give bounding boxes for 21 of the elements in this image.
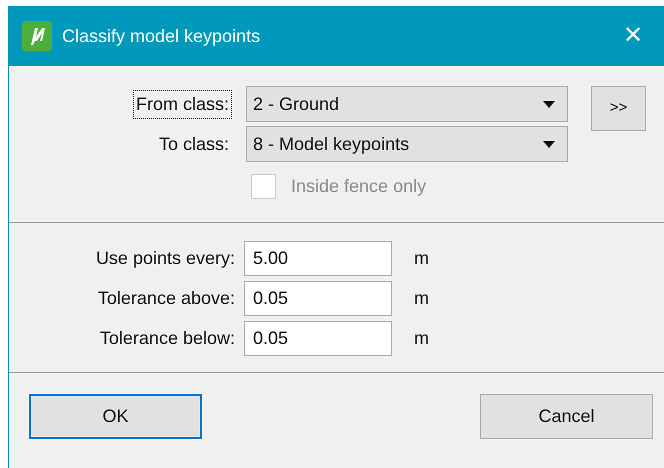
input-field[interactable]: 0.05 (244, 281, 392, 316)
class-dropdown[interactable]: 2 - Ground (246, 86, 568, 122)
ok-button[interactable]: OK (29, 394, 202, 439)
field-label: Tolerance below: (98, 327, 235, 350)
app-logo-icon (22, 21, 52, 51)
cancel-button[interactable]: Cancel (480, 394, 653, 439)
field-label: To class: (158, 132, 230, 156)
unit-label: m (414, 327, 429, 350)
more-button[interactable]: >> (591, 86, 646, 131)
class-dropdown[interactable]: 8 - Model keypoints (246, 126, 568, 162)
window-title: Classify model keypoints (62, 24, 260, 48)
field-label: From class: (9, 90, 231, 118)
dropdown-arrow-icon (543, 100, 555, 108)
checkbox-label: Inside fence only (291, 175, 426, 198)
unit-label: m (414, 287, 429, 310)
field-label: Tolerance above: (96, 287, 235, 310)
unit-label: m (414, 247, 429, 270)
input-field[interactable]: 5.00 (244, 241, 392, 276)
input-field[interactable]: 0.05 (244, 321, 392, 356)
dropdown-arrow-icon (543, 140, 555, 148)
field-label: Use points every: (94, 247, 235, 270)
